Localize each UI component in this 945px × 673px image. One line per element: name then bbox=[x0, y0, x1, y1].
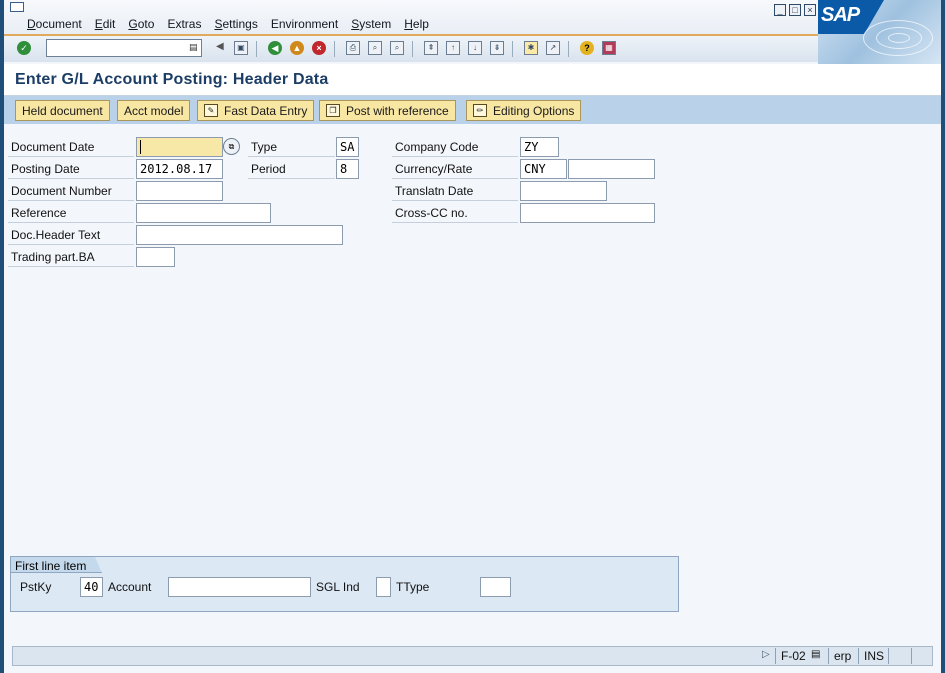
menu-environment[interactable]: Environment bbox=[271, 17, 338, 31]
restore-icon[interactable]: □ bbox=[789, 4, 801, 16]
trading-part-ba-field[interactable] bbox=[136, 247, 175, 267]
company-code-label: Company Code bbox=[392, 137, 518, 157]
exchange-rate-field[interactable] bbox=[568, 159, 655, 179]
reference-field[interactable] bbox=[136, 203, 271, 223]
doc-header-text-label: Doc.Header Text bbox=[8, 225, 134, 245]
menu-goto[interactable]: Goto bbox=[128, 17, 154, 31]
period-label: Period bbox=[248, 159, 335, 179]
menu-bar: Document Edit Goto Extras Settings Envir… bbox=[4, 0, 941, 34]
document-number-field[interactable] bbox=[136, 181, 223, 201]
document-number-label: Document Number bbox=[8, 181, 134, 201]
posting-date-field[interactable]: 2012.08.17 bbox=[136, 159, 223, 179]
fast-data-entry-button[interactable]: ✎ Fast Data Entry bbox=[197, 100, 315, 121]
first-line-item-group: First line item PstKy 40 Account SGL Ind… bbox=[10, 556, 679, 612]
posting-date-label: Posting Date bbox=[8, 159, 134, 179]
status-expand-icon[interactable]: ▷ bbox=[759, 648, 773, 664]
enter-check-icon[interactable]: ✓ bbox=[17, 41, 31, 55]
find-icon[interactable]: ⌕ bbox=[368, 41, 382, 55]
exit-icon[interactable]: ▲ bbox=[290, 41, 304, 55]
command-field[interactable]: ▤ bbox=[46, 39, 202, 57]
insert-mode[interactable]: INS bbox=[861, 648, 887, 664]
acct-model-button[interactable]: Acct model bbox=[117, 100, 191, 121]
menu-settings[interactable]: Settings bbox=[214, 17, 257, 31]
document-date-field[interactable] bbox=[136, 137, 223, 157]
cancel-icon[interactable]: × bbox=[312, 41, 326, 55]
period-field[interactable]: 8 bbox=[336, 159, 359, 179]
print-icon[interactable]: ⎙ bbox=[346, 41, 360, 55]
ttype-field[interactable] bbox=[480, 577, 511, 597]
save-icon[interactable]: ▣ bbox=[234, 41, 248, 55]
minimize-icon[interactable]: _ bbox=[774, 4, 786, 16]
window-controls: _ □ × bbox=[774, 4, 816, 16]
copy-icon: ❐ bbox=[326, 104, 340, 117]
document-date-label: Document Date bbox=[8, 137, 134, 157]
menu-extras[interactable]: Extras bbox=[167, 17, 201, 31]
editing-options-button[interactable]: ✏ Editing Options bbox=[466, 100, 582, 121]
first-line-item-title: First line item bbox=[10, 556, 102, 573]
cross-cc-no-field[interactable] bbox=[520, 203, 655, 223]
find-next-icon[interactable]: ⌕ bbox=[390, 41, 404, 55]
type-field[interactable]: SA bbox=[336, 137, 359, 157]
menu-edit[interactable]: Edit bbox=[95, 17, 116, 31]
command-history-icon[interactable]: ▤ bbox=[189, 42, 199, 54]
held-document-button[interactable]: Held document bbox=[15, 100, 110, 121]
collapse-icon[interactable]: ◀ bbox=[216, 41, 224, 52]
standard-toolbar: ✓ ▤ ◀ ▣ ◀ ▲ × ⎙ ⌕ ⌕ ⇞ ↑ ↓ ⇟ ✱ ↗ ? ▦ bbox=[4, 34, 818, 62]
close-window-icon[interactable]: × bbox=[804, 4, 816, 16]
post-with-reference-button[interactable]: ❐ Post with reference bbox=[319, 100, 456, 121]
doc-header-text-field[interactable] bbox=[136, 225, 343, 245]
system-name: erp bbox=[834, 649, 852, 663]
menu-list: Document Edit Goto Extras Settings Envir… bbox=[27, 17, 442, 31]
currency-field[interactable]: CNY bbox=[520, 159, 567, 179]
cross-cc-no-label: Cross-CC no. bbox=[392, 203, 518, 223]
help-icon[interactable]: ? bbox=[580, 41, 594, 55]
company-code-field[interactable]: ZY bbox=[520, 137, 559, 157]
back-icon[interactable]: ◀ bbox=[268, 41, 282, 55]
pencil-icon: ✏ bbox=[473, 104, 487, 117]
first-page-icon[interactable]: ⇞ bbox=[424, 41, 438, 55]
date-picker-icon[interactable]: ⧉ bbox=[223, 138, 240, 155]
system-info-icon[interactable]: ▤ bbox=[808, 648, 823, 664]
page-title: Enter G/L Account Posting: Header Data bbox=[15, 71, 329, 88]
new-session-icon[interactable]: ✱ bbox=[524, 41, 538, 55]
transaction-code: F-02 bbox=[781, 649, 806, 663]
previous-page-icon[interactable]: ↑ bbox=[446, 41, 460, 55]
trading-part-ba-label: Trading part.BA bbox=[8, 247, 134, 267]
ttype-label: TType bbox=[396, 580, 430, 594]
sgl-ind-field[interactable] bbox=[376, 577, 391, 597]
title-bar: Enter G/L Account Posting: Header Data bbox=[4, 64, 941, 96]
menu-document[interactable]: Document bbox=[27, 17, 82, 31]
translatn-date-field[interactable] bbox=[520, 181, 607, 201]
sgl-ind-label: SGL Ind bbox=[316, 580, 360, 594]
reference-label: Reference bbox=[8, 203, 134, 223]
app-menu-icon[interactable] bbox=[10, 2, 24, 12]
menu-help[interactable]: Help bbox=[404, 17, 429, 31]
pstky-field[interactable]: 40 bbox=[80, 577, 103, 597]
translatn-date-label: Translatn Date bbox=[392, 181, 518, 201]
type-label: Type bbox=[248, 137, 335, 157]
menu-system[interactable]: System bbox=[351, 17, 391, 31]
application-toolbar: Held document Acct model ✎ Fast Data Entr… bbox=[4, 96, 941, 124]
currency-rate-label: Currency/Rate bbox=[392, 159, 518, 179]
layout-menu-icon[interactable]: ▦ bbox=[602, 41, 616, 55]
status-bar: ▷ F-02 ▤ erp INS bbox=[12, 646, 933, 666]
last-page-icon[interactable]: ⇟ bbox=[490, 41, 504, 55]
account-field[interactable] bbox=[168, 577, 311, 597]
shortcut-icon[interactable]: ↗ bbox=[546, 41, 560, 55]
next-page-icon[interactable]: ↓ bbox=[468, 41, 482, 55]
pstky-label: PstKy bbox=[20, 580, 52, 594]
account-label: Account bbox=[108, 580, 152, 594]
sap-logo-area: SAP bbox=[818, 0, 941, 64]
fast-entry-icon: ✎ bbox=[204, 104, 218, 117]
